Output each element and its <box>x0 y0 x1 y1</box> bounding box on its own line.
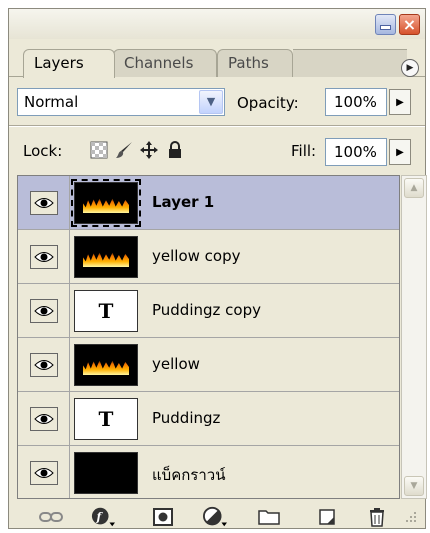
layer-name[interactable]: yellow <box>152 355 200 373</box>
layer-row[interactable]: yellow <box>18 338 399 392</box>
layer-thumbnail[interactable] <box>74 236 138 278</box>
new-layer-icon[interactable] <box>315 506 339 528</box>
opacity-value: 100% <box>334 93 377 111</box>
tab-paths[interactable]: Paths <box>217 49 293 77</box>
layer-thumbnail[interactable] <box>74 344 138 386</box>
layer-row[interactable]: T Puddingz <box>18 392 399 446</box>
text-glyph: T <box>98 407 114 431</box>
title-bar: × <box>9 9 425 39</box>
dropdown-arrow[interactable]: ▼ <box>199 90 223 114</box>
lock-transparent-icon[interactable] <box>89 140 109 160</box>
layer-style-icon[interactable]: f <box>91 506 115 528</box>
visibility-toggle[interactable] <box>18 284 70 337</box>
close-icon: × <box>402 14 417 34</box>
adjustment-icon[interactable] <box>203 506 227 528</box>
eye-icon <box>29 244 58 269</box>
chevron-up-icon: ▲ <box>410 183 418 193</box>
text-glyph: T <box>98 299 114 323</box>
layer-name[interactable]: Puddingz copy <box>152 301 261 319</box>
play-arrow-icon: ▶ <box>396 96 404 108</box>
fill-label: Fill: <box>291 142 317 160</box>
panel-tabs: Paths Channels Layers ▶ <box>9 39 425 78</box>
eye-icon <box>29 352 58 377</box>
fill-input[interactable]: 100% <box>325 138 387 166</box>
scroll-down-button[interactable]: ▼ <box>404 476 424 496</box>
eye-icon <box>29 298 58 323</box>
trash-icon[interactable] <box>365 506 389 528</box>
text-layer-icon[interactable]: T <box>74 290 138 332</box>
fire-thumbnail-graphic <box>83 360 129 375</box>
lock-brush-icon[interactable] <box>115 140 135 160</box>
visibility-toggle[interactable] <box>18 176 70 229</box>
layers-panel: × Paths Channels Layers ▶ Normal ▼ Opaci… <box>8 8 427 530</box>
fire-thumbnail-graphic <box>83 252 129 267</box>
lock-label: Lock: <box>23 142 63 160</box>
panel-menu-button[interactable]: ▶ <box>401 59 419 77</box>
fill-value: 100% <box>334 143 377 161</box>
visibility-toggle[interactable] <box>18 392 70 445</box>
layers-scrollbar[interactable]: ▲ ▼ <box>401 175 427 499</box>
layer-row[interactable]: แบ็คกราวน์ <box>18 446 399 498</box>
blend-row: Normal ▼ Opacity: 100% ▶ <box>9 79 425 125</box>
tab-strip-fill <box>293 49 407 77</box>
minimize-icon <box>381 26 390 29</box>
visibility-toggle[interactable] <box>18 338 70 391</box>
layer-name[interactable]: Layer 1 <box>152 193 214 211</box>
link-icon[interactable] <box>39 506 63 528</box>
eye-icon <box>29 460 58 485</box>
visibility-toggle[interactable] <box>18 446 70 498</box>
layer-row[interactable]: Layer 1 <box>18 176 399 230</box>
layer-thumbnail[interactable] <box>71 179 141 227</box>
lock-all-icon[interactable] <box>165 140 185 160</box>
play-arrow-icon: ▶ <box>406 63 414 73</box>
blend-mode-select[interactable]: Normal ▼ <box>17 88 225 116</box>
layers-list: Layer 1 yellow copy T Puddingz copy yell… <box>17 175 400 499</box>
opacity-input[interactable]: 100% <box>325 88 387 116</box>
lock-move-icon[interactable] <box>139 140 159 160</box>
layer-name[interactable]: Puddingz <box>152 409 220 427</box>
chevron-down-icon: ▼ <box>410 481 418 491</box>
minimize-button[interactable] <box>375 14 396 35</box>
visibility-toggle[interactable] <box>18 230 70 283</box>
resize-grip-icon[interactable] <box>401 506 421 528</box>
play-arrow-icon: ▶ <box>396 146 404 158</box>
layer-thumbnail[interactable] <box>74 452 138 494</box>
folder-icon[interactable] <box>257 506 281 528</box>
tab-channels[interactable]: Channels <box>113 49 217 77</box>
mask-icon[interactable] <box>151 506 175 528</box>
lock-row: Lock: Fill: 100% ▶ <box>9 127 425 175</box>
tab-layers[interactable]: Layers <box>23 49 115 78</box>
layer-row[interactable]: T Puddingz copy <box>18 284 399 338</box>
layers-toolbar: f <box>9 503 425 530</box>
text-layer-icon[interactable]: T <box>74 398 138 440</box>
layer-name[interactable]: yellow copy <box>152 247 240 265</box>
eye-icon <box>29 406 58 431</box>
blend-mode-value: Normal <box>24 93 79 111</box>
fill-slider-button[interactable]: ▶ <box>389 139 411 165</box>
scroll-up-button[interactable]: ▲ <box>404 178 424 198</box>
layer-row[interactable]: yellow copy <box>18 230 399 284</box>
fire-thumbnail-graphic <box>83 198 129 213</box>
opacity-slider-button[interactable]: ▶ <box>389 89 411 115</box>
layer-name[interactable]: แบ็คกราวน์ <box>152 463 225 487</box>
close-button[interactable]: × <box>399 14 420 35</box>
opacity-label: Opacity: <box>237 94 299 112</box>
chevron-down-icon: ▼ <box>206 95 216 108</box>
eye-icon <box>29 190 58 215</box>
